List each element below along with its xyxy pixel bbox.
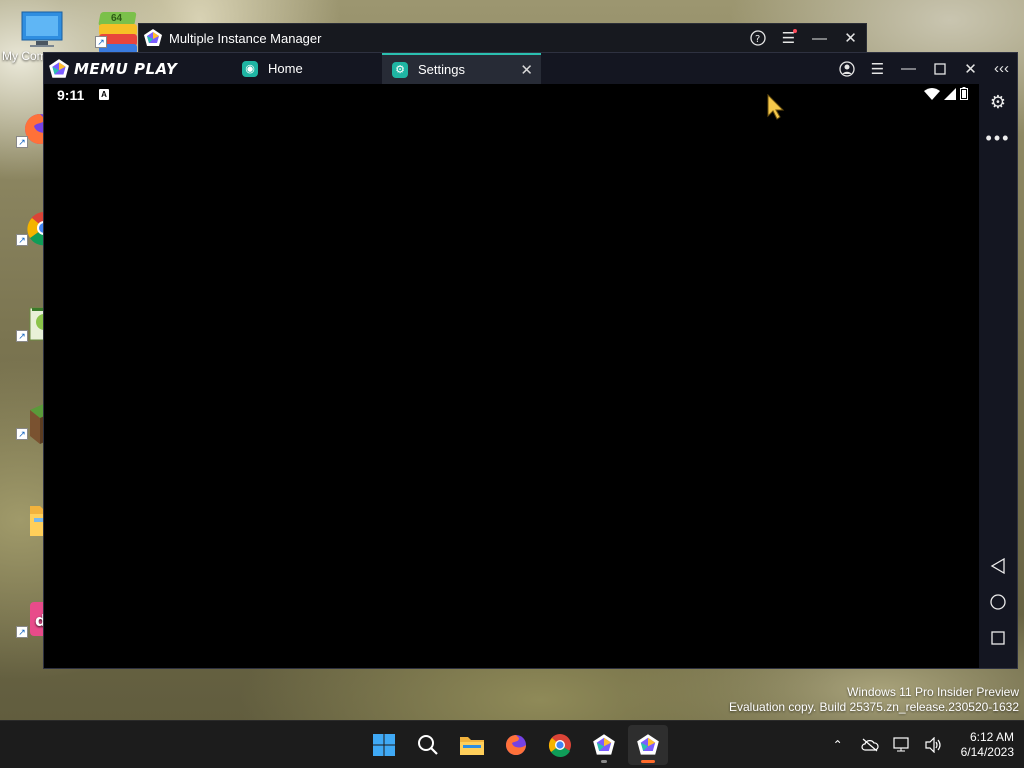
network-monitor-icon bbox=[893, 737, 909, 752]
collapse-sidebar-button[interactable]: ‹‹‹ bbox=[986, 53, 1017, 84]
bluestacks-badge: 64 bbox=[111, 13, 123, 24]
notification-icon: A bbox=[99, 89, 109, 100]
chrome-icon bbox=[548, 734, 571, 757]
settings-button[interactable]: ⚙ bbox=[979, 84, 1017, 120]
maximize-icon bbox=[933, 62, 946, 75]
firefox-icon bbox=[506, 735, 526, 755]
menu-button[interactable]: ☰ bbox=[773, 24, 804, 52]
chevron-up-icon: ⌃ bbox=[832, 738, 843, 752]
memu-right-sidebar: ⚙ ••• bbox=[979, 84, 1017, 668]
shortcut-arrow-icon: ↗ bbox=[16, 234, 28, 246]
android-clock: 9:11 bbox=[57, 87, 85, 103]
memu-title-bar: MEMU PLAY ◉ Home ⚙ Settings ✕ ☰ — ✕ ‹‹‹ bbox=[44, 53, 1017, 84]
battery-icon bbox=[960, 87, 968, 100]
memu-brand-name: MEMU PLAY bbox=[74, 59, 178, 78]
svg-text:?: ? bbox=[755, 34, 760, 45]
windows-taskbar: ⌃ 6:12 AM 6/14/2023 bbox=[0, 720, 1024, 768]
more-dots-icon: ••• bbox=[985, 127, 1011, 148]
home-tab-icon: ◉ bbox=[242, 60, 258, 77]
folder-icon bbox=[460, 737, 484, 755]
monitor-icon bbox=[20, 10, 63, 47]
memu-maximize-button[interactable] bbox=[924, 53, 955, 84]
taskbar-clock[interactable]: 6:12 AM 6/14/2023 bbox=[961, 730, 1014, 760]
desktop-icon-bluestacks[interactable]: 64 ↗ bbox=[92, 10, 138, 54]
memu-logo-icon bbox=[637, 734, 659, 755]
android-back-button[interactable] bbox=[979, 548, 1017, 584]
back-triangle-icon bbox=[990, 558, 1005, 574]
start-button[interactable] bbox=[364, 725, 404, 765]
shortcut-arrow-icon: ↗ bbox=[16, 330, 28, 342]
tab-settings[interactable]: ⚙ Settings ✕ bbox=[382, 53, 541, 84]
close-icon: ✕ bbox=[844, 30, 857, 47]
gear-icon: ⚙ bbox=[989, 91, 1007, 112]
signal-icon bbox=[944, 87, 956, 100]
shortcut-arrow-icon: ↗ bbox=[16, 428, 28, 440]
taskbar-date: 6/14/2023 bbox=[960, 745, 1014, 759]
taskbar-file-explorer[interactable] bbox=[452, 725, 492, 765]
home-circle-icon bbox=[990, 594, 1006, 610]
memu-logo-icon bbox=[143, 28, 163, 48]
tab-close-icon[interactable]: ✕ bbox=[520, 61, 533, 79]
network-button[interactable] bbox=[891, 737, 913, 753]
memu-minimize-button[interactable]: — bbox=[893, 53, 924, 84]
show-hidden-icons-button[interactable]: ⌃ bbox=[827, 738, 849, 752]
close-icon: ✕ bbox=[964, 60, 977, 78]
shortcut-arrow-icon: ↗ bbox=[16, 626, 28, 638]
tab-label: Settings bbox=[418, 62, 465, 77]
windows-watermark: Windows 11 Pro Insider Preview Evaluatio… bbox=[729, 685, 1019, 715]
windows-logo-icon bbox=[373, 734, 395, 756]
close-button[interactable]: ✕ bbox=[835, 24, 866, 52]
memu-close-button[interactable]: ✕ bbox=[955, 53, 986, 84]
account-button[interactable] bbox=[831, 53, 862, 84]
android-recents-button[interactable] bbox=[979, 620, 1017, 656]
hamburger-icon: ☰ bbox=[870, 60, 885, 78]
triple-chevron-left-icon: ‹‹‹ bbox=[994, 60, 1009, 77]
tab-home[interactable]: ◉ Home bbox=[232, 53, 382, 84]
minimize-button[interactable]: — bbox=[804, 24, 835, 52]
android-system-icons bbox=[924, 87, 968, 100]
user-icon bbox=[838, 60, 855, 77]
system-tray: ⌃ 6:12 AM 6/14/2023 bbox=[827, 721, 1014, 768]
memu-logo-icon bbox=[593, 734, 615, 755]
minimize-icon: — bbox=[901, 60, 916, 77]
shortcut-arrow-icon: ↗ bbox=[95, 36, 107, 48]
memu-brand: MEMU PLAY bbox=[44, 53, 224, 84]
onedrive-button[interactable] bbox=[859, 738, 881, 752]
minimize-icon: — bbox=[812, 29, 827, 47]
memu-logo-icon bbox=[48, 58, 70, 80]
watermark-line2: Evaluation copy. Build 25375.zn_release.… bbox=[729, 700, 1019, 714]
help-icon: ? bbox=[749, 30, 766, 46]
notification-dot bbox=[793, 29, 797, 33]
android-home-button[interactable] bbox=[979, 584, 1017, 620]
cloud-offline-icon bbox=[861, 738, 879, 752]
search-icon bbox=[418, 735, 438, 755]
taskbar-search-button[interactable] bbox=[408, 725, 448, 765]
volume-button[interactable] bbox=[923, 737, 945, 753]
memu-window: MEMU PLAY ◉ Home ⚙ Settings ✕ ☰ — ✕ ‹‹‹ … bbox=[43, 52, 1018, 669]
android-screen[interactable]: 9:11 A bbox=[44, 84, 980, 668]
taskbar-apps bbox=[364, 721, 668, 768]
bluestacks-icon: 64 ↗ bbox=[95, 10, 137, 54]
settings-tab-icon: ⚙ bbox=[392, 61, 408, 78]
instance-manager-window: Multiple Instance Manager ? ☰ — ✕ bbox=[138, 23, 867, 53]
memu-menu-button[interactable]: ☰ bbox=[862, 53, 893, 84]
wifi-icon bbox=[924, 87, 940, 100]
tab-label: Home bbox=[268, 61, 303, 76]
taskbar-chrome[interactable] bbox=[540, 725, 580, 765]
taskbar-firefox[interactable] bbox=[496, 725, 536, 765]
taskbar-memu-play[interactable] bbox=[628, 725, 668, 765]
instance-manager-title: Multiple Instance Manager bbox=[169, 30, 322, 46]
help-button[interactable]: ? bbox=[742, 24, 773, 52]
android-status-bar: 9:11 A bbox=[44, 84, 980, 108]
taskbar-memu-manager[interactable] bbox=[584, 725, 624, 765]
more-options-button[interactable]: ••• bbox=[979, 120, 1017, 156]
speaker-icon bbox=[925, 737, 941, 753]
recents-square-icon bbox=[991, 631, 1005, 645]
watermark-line1: Windows 11 Pro Insider Preview bbox=[847, 685, 1019, 699]
taskbar-time: 6:12 AM bbox=[969, 730, 1014, 744]
shortcut-arrow-icon: ↗ bbox=[16, 136, 28, 148]
mouse-cursor-icon bbox=[767, 94, 785, 120]
